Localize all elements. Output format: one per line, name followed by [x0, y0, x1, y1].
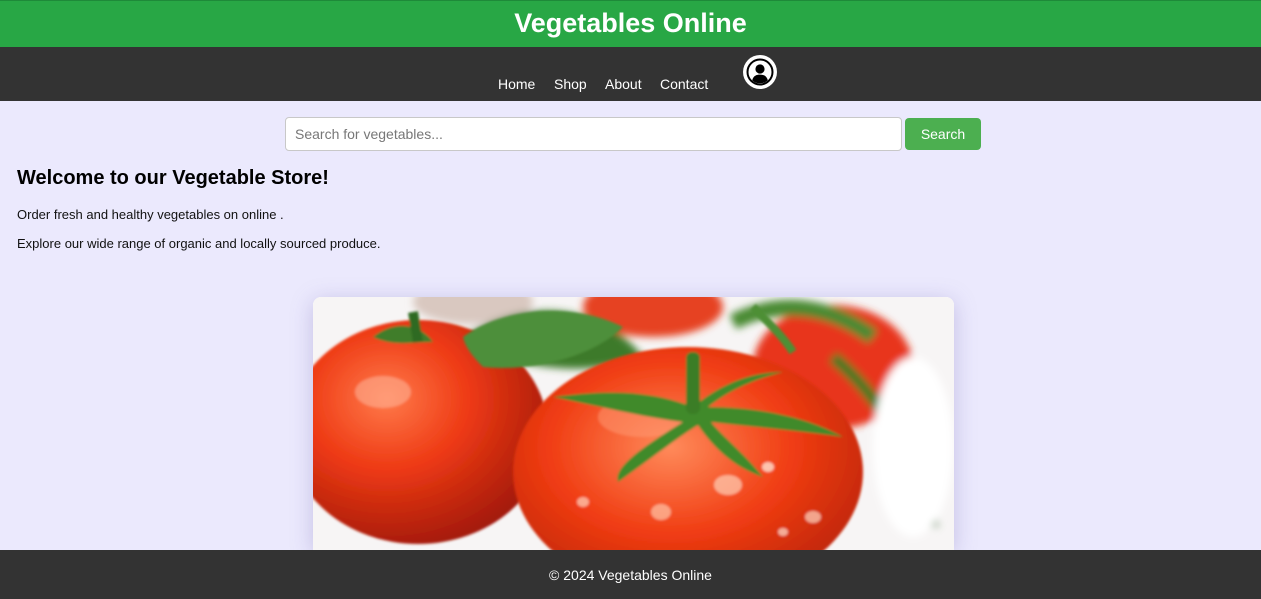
user-circle-icon — [746, 58, 774, 86]
nav-shop-link[interactable]: Shop — [554, 76, 587, 92]
tomatoes-photo — [313, 297, 954, 550]
welcome-heading: Welcome to our Vegetable Store! — [17, 167, 329, 189]
site-footer: © 2024 Vegetables Online — [0, 550, 1261, 599]
nav-home-link[interactable]: Home — [498, 76, 535, 92]
nav-contact-link[interactable]: Contact — [660, 76, 708, 92]
footer-copyright: © 2024 Vegetables Online — [549, 567, 712, 583]
nav-about-link[interactable]: About — [605, 76, 642, 92]
intro-text-explore: Explore our wide range of organic and lo… — [17, 236, 381, 251]
profile-button[interactable] — [743, 55, 777, 89]
site-title: Vegetables Online — [514, 8, 747, 38]
search-input[interactable] — [285, 117, 902, 151]
main-nav: Home Shop About Contact — [0, 47, 1261, 101]
intro-text-order: Order fresh and healthy vegetables on on… — [17, 207, 284, 222]
search-button[interactable]: Search — [905, 118, 981, 150]
site-header: Vegetables Online — [0, 0, 1261, 47]
hero-image — [313, 297, 954, 550]
